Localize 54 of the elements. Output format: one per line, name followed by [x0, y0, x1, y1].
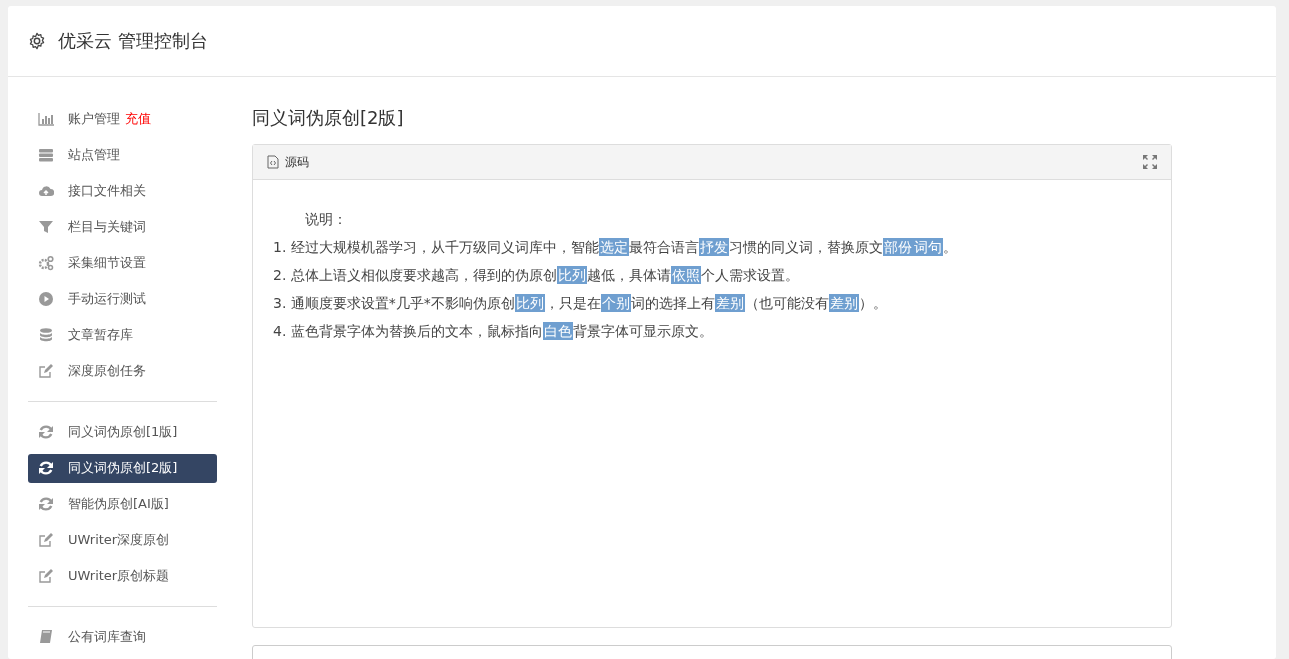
sidebar-item[interactable]: 栏目与关键词 — [28, 212, 217, 242]
intro-text: 说明： — [304, 210, 348, 229]
sidebar-item[interactable]: UWriter原创标题 — [28, 561, 217, 591]
database-icon — [38, 327, 54, 343]
server-icon — [38, 147, 54, 163]
edit-icon — [38, 363, 54, 379]
sidebar-item[interactable]: 手动运行测试 — [28, 284, 217, 314]
sidebar-item[interactable]: 同义词伪原创[1版] — [28, 417, 217, 447]
sidebar-label: 采集细节设置 — [68, 254, 146, 272]
sidebar-item[interactable]: 智能伪原创[AI版] — [28, 489, 217, 519]
sidebar-label: 智能伪原创[AI版] — [68, 495, 169, 513]
bar-chart-icon — [38, 111, 54, 127]
sidebar-item[interactable]: UWriter深度原创 — [28, 525, 217, 555]
sidebar-item[interactable]: 公有词库查询 — [28, 622, 217, 652]
play-icon — [38, 291, 54, 307]
sidebar-label: 手动运行测试 — [68, 290, 146, 308]
settings-icon — [28, 32, 46, 50]
book-icon — [38, 629, 54, 645]
sidebar-label: 栏目与关键词 — [68, 218, 146, 236]
gears-icon — [38, 255, 54, 271]
sidebar-item[interactable]: 账户管理 充值 — [28, 104, 217, 134]
source-tab[interactable]: 源码 — [267, 153, 309, 171]
sidebar-label: 文章暂存库 — [68, 326, 133, 344]
instruction-line: 4. 蓝色背景字体为替换后的文本，鼠标指向 白色背景字体可显示原文。 — [273, 321, 714, 342]
code-file-icon — [267, 155, 279, 169]
sidebar-item[interactable]: 采集细节设置 — [28, 248, 217, 278]
instruction-line: 1. 经过大规模机器学习，从千万级同义词库中，智能选定最符合语言抒发习惯的同义词，替换原文部份词句。 — [273, 237, 958, 258]
sidebar-item[interactable]: 文章暂存库 — [28, 320, 217, 350]
recharge-link[interactable]: 充值 — [125, 110, 151, 128]
refresh-icon — [38, 496, 54, 512]
sidebar-label: 公有词库查询 — [68, 628, 146, 646]
sidebar-label: 站点管理 — [68, 146, 120, 164]
edit-icon — [38, 532, 54, 548]
sidebar-label: UWriter深度原创 — [68, 531, 170, 549]
sidebar-label: UWriter原创标题 — [68, 567, 170, 585]
sidebar-label: 深度原创任务 — [68, 362, 146, 380]
filter-icon — [38, 219, 54, 235]
fullscreen-icon[interactable] — [1143, 155, 1157, 169]
instruction-line: 2. 总体上语义相似度要求越高，得到的伪原创 比列越低，具体请依照个人需求设置。 — [273, 265, 800, 286]
edit-icon — [38, 568, 54, 584]
sidebar-label: 接口文件相关 — [68, 182, 146, 200]
sidebar-label: 同义词伪原创[1版] — [68, 423, 178, 441]
sidebar-item[interactable]: 深度原创任务 — [28, 356, 217, 386]
sidebar-item[interactable]: 站点管理 — [28, 140, 217, 170]
sidebar-item[interactable]: 同义词伪原创[2版] — [28, 453, 217, 483]
cloud-upload-icon — [38, 183, 54, 199]
sidebar-label: 同义词伪原创[2版] — [68, 459, 178, 477]
instruction-line: 3. 通顺度要求设置*几乎*不影响伪原创 比列，只是在个别词的选择上有差别（也可能没有差别）。 — [273, 293, 888, 314]
refresh-icon — [38, 424, 54, 440]
sidebar-item[interactable]: 接口文件相关 — [28, 176, 217, 206]
sidebar-label: 账户管理 — [68, 110, 120, 128]
refresh-icon — [38, 460, 54, 476]
page-title: 同义词伪原创[2版] — [252, 106, 405, 130]
console-title: 优采云 管理控制台 — [58, 29, 208, 53]
